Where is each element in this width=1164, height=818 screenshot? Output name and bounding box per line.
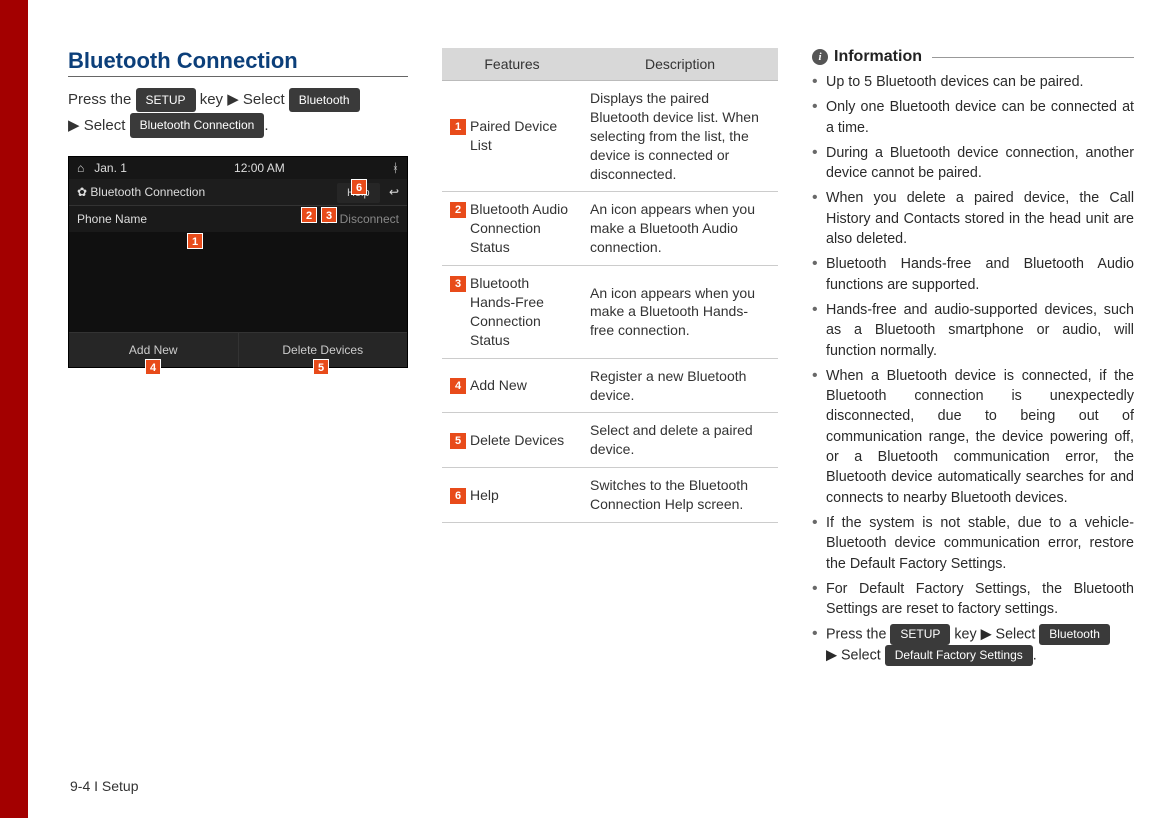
feature-num: 6 — [450, 488, 466, 504]
setup-key-button: SETUP — [136, 88, 196, 112]
feature-name: Help — [470, 486, 574, 505]
default-factory-settings-chip: Default Factory Settings — [885, 645, 1033, 666]
table-row: 2Bluetooth Audio Connection Status An ic… — [442, 192, 778, 266]
feature-name: Paired Device List — [470, 117, 574, 155]
feature-name: Bluetooth Audio Connection Status — [470, 200, 574, 257]
heading-line — [932, 57, 1134, 58]
gear-icon: ✿ — [77, 185, 87, 199]
disconnect-label[interactable]: Disconnect — [340, 212, 399, 226]
feature-desc: Switches to the Bluetooth Connection Hel… — [582, 468, 778, 523]
device-screenshot: ⌂ Jan. 1 12:00 AM ᚼ ✿ Bluetooth Connecti… — [68, 156, 408, 368]
list-item: During a Bluetooth device connection, an… — [812, 143, 1134, 184]
table-head-features: Features — [442, 48, 582, 81]
list-item-last: Press the SETUP key ▶ Select Bluetooth ▶… — [812, 624, 1134, 666]
feature-desc: Displays the paired Bluetooth device lis… — [582, 81, 778, 192]
feature-desc: An icon appears when you make a Bluetoot… — [582, 266, 778, 359]
table-row: 5Delete Devices Select and delete a pair… — [442, 413, 778, 468]
bluetooth-connection-chip: Bluetooth Connection — [130, 113, 265, 137]
column-left: Bluetooth Connection Press the SETUP key… — [68, 48, 408, 788]
information-heading: i Information — [812, 48, 1134, 66]
instr-press: Press the — [68, 91, 136, 108]
li-period: . — [1033, 648, 1037, 664]
title-underline — [68, 76, 408, 77]
feature-name: Delete Devices — [470, 431, 574, 450]
list-item: Hands-free and audio-supported devices, … — [812, 300, 1134, 361]
li-keyselect: key ▶ Select — [950, 627, 1039, 643]
callout-5: 5 — [313, 359, 329, 375]
bluetooth-chip: Bluetooth — [289, 88, 360, 112]
page-number: 9-4 I Setup — [70, 778, 139, 794]
table-row: 1Paired Device List Displays the paired … — [442, 81, 778, 192]
setup-key-button: SETUP — [890, 624, 950, 645]
list-item: For Default Factory Settings, the Blueto… — [812, 579, 1134, 620]
info-icon: i — [812, 49, 828, 65]
feature-num: 2 — [450, 202, 466, 218]
feature-num: 4 — [450, 378, 466, 394]
feature-desc: An icon appears when you make a Bluetoot… — [582, 192, 778, 266]
information-heading-text: Information — [834, 48, 922, 66]
device-bottom-bar: Add New Delete Devices — [69, 332, 407, 367]
callout-6: 6 — [351, 179, 367, 195]
device-date: Jan. 1 — [94, 161, 127, 175]
list-item: Bluetooth Hands-free and Bluetooth Audio… — [812, 254, 1134, 295]
li-select: ▶ Select — [826, 648, 885, 664]
instr-select: ▶ Select — [68, 117, 130, 134]
left-red-bar — [0, 0, 28, 818]
callout-1: 1 — [187, 233, 203, 249]
instr-period: . — [264, 117, 268, 134]
list-item: When you delete a paired device, the Cal… — [812, 188, 1134, 249]
callout-2: 2 — [301, 207, 317, 223]
instr-keyselect: key ▶ Select — [196, 91, 289, 108]
table-row: 4Add New Register a new Bluetooth device… — [442, 358, 778, 413]
page-content: Bluetooth Connection Press the SETUP key… — [68, 48, 1134, 788]
callout-4: 4 — [145, 359, 161, 375]
instruction-text: Press the SETUP key ▶ Select Bluetooth ▶… — [68, 87, 408, 138]
li-press: Press the — [826, 627, 890, 643]
feature-name: Add New — [470, 376, 574, 395]
features-table: Features Description 1Paired Device List… — [442, 48, 778, 523]
table-row: 6Help Switches to the Bluetooth Connecti… — [442, 468, 778, 523]
list-item: Only one Bluetooth device can be connect… — [812, 97, 1134, 138]
feature-name: Bluetooth Hands-Free Connection Status — [470, 274, 574, 350]
back-icon[interactable]: ↩ — [389, 185, 399, 199]
phone-name-label: Phone Name — [77, 212, 147, 226]
bluetooth-chip: Bluetooth — [1039, 624, 1110, 645]
feature-desc: Select and delete a paired device. — [582, 413, 778, 468]
device-list-body — [69, 232, 407, 332]
bluetooth-icon: ᚼ — [392, 161, 399, 175]
section-title: Bluetooth Connection — [68, 48, 408, 74]
device-time: 12:00 AM — [234, 161, 285, 175]
feature-num: 5 — [450, 433, 466, 449]
feature-desc: Register a new Bluetooth device. — [582, 358, 778, 413]
table-row: 3Bluetooth Hands-Free Connection Status … — [442, 266, 778, 359]
feature-num: 1 — [450, 119, 466, 135]
list-item: When a Bluetooth device is connected, if… — [812, 366, 1134, 508]
table-head-description: Description — [582, 48, 778, 81]
column-right: i Information Up to 5 Bluetooth devices … — [812, 48, 1134, 788]
device-screen-title: Bluetooth Connection — [90, 185, 205, 199]
device-status-bar: ⌂ Jan. 1 12:00 AM ᚼ — [69, 157, 407, 179]
feature-num: 3 — [450, 276, 466, 292]
list-item: If the system is not stable, due to a ve… — [812, 513, 1134, 574]
device-list-row[interactable]: Phone Name ♪ ✆ Disconnect — [69, 205, 407, 232]
column-middle: Features Description 1Paired Device List… — [442, 48, 778, 788]
home-icon: ⌂ — [77, 161, 84, 175]
information-list: Up to 5 Bluetooth devices can be paired.… — [812, 72, 1134, 666]
list-item: Up to 5 Bluetooth devices can be paired. — [812, 72, 1134, 92]
callout-3: 3 — [321, 207, 337, 223]
